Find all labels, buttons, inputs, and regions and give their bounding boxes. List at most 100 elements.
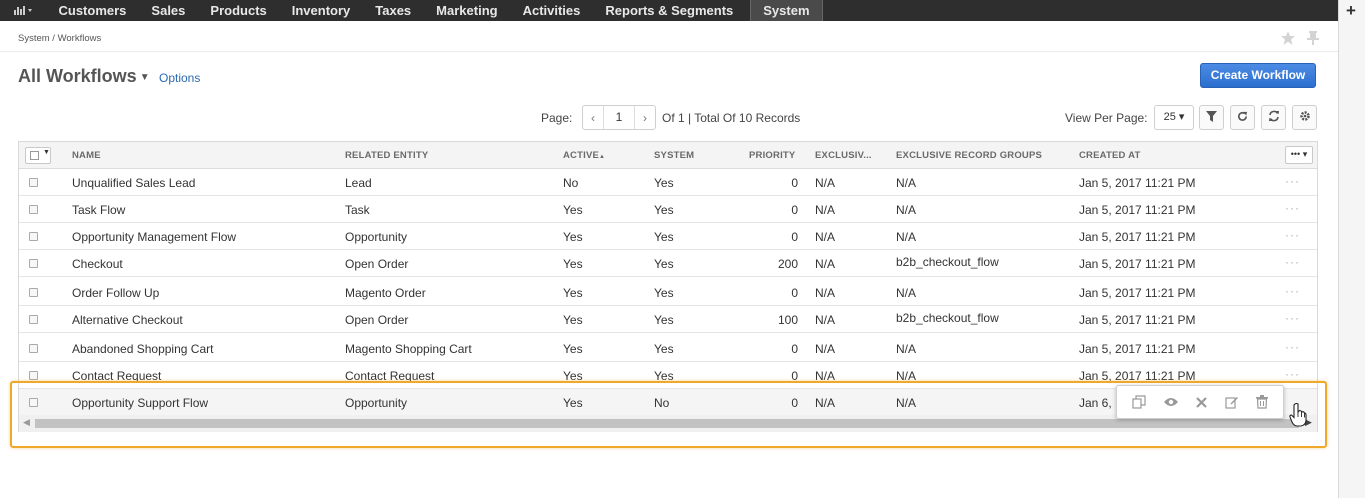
row-actions-icon[interactable]: ··· <box>1285 201 1300 215</box>
row-checkbox[interactable] <box>29 259 38 268</box>
cell-created-at: Jan 5, 2017 11:21 PM <box>1079 257 1196 271</box>
column-header-priority[interactable]: PRIORITY <box>749 150 795 161</box>
column-menu-button[interactable]: ••• ▾ <box>1285 146 1313 164</box>
nav-products[interactable]: Products <box>198 0 279 21</box>
cell-name: Unqualified Sales Lead <box>72 176 196 190</box>
table-row[interactable]: Alternative Checkout Open Order Yes Yes 100 N… <box>19 306 1317 333</box>
cell-related-entity: Contact Request <box>345 369 435 383</box>
table-row[interactable]: Order Follow Up Magento Order Yes Yes 0 N/A N/… <box>19 279 1317 306</box>
cell-created-at: Jan 5, 2017 11:21 PM <box>1079 313 1196 327</box>
more-horizontal-icon: ••• <box>1290 149 1301 159</box>
prev-page-icon[interactable]: ‹ <box>583 106 603 129</box>
nav-activities[interactable]: Activities <box>510 0 593 21</box>
table-row[interactable]: Task Flow Task Yes Yes 0 N/A N/A Jan 5, 2017 11… <box>19 196 1317 223</box>
page-label: Page: <box>541 111 573 125</box>
cell-created-at: Jan 5, 2017 11:21 PM <box>1079 176 1196 190</box>
table-row[interactable]: Unqualified Sales Lead Lead No Yes 0 N/A N/A Ja… <box>19 169 1317 196</box>
star-icon[interactable] <box>1280 30 1296 51</box>
row-checkbox[interactable] <box>29 398 38 407</box>
cell-active: Yes <box>563 342 583 356</box>
cell-exclusive: N/A <box>815 286 836 300</box>
cell-related-entity: Opportunity <box>345 396 408 410</box>
row-actions-icon[interactable]: ··· <box>1285 311 1300 325</box>
column-header-exclusive-record-groups[interactable]: EXCLUSIVE RECORD GROUPS <box>896 150 1042 161</box>
deactivate-icon[interactable] <box>1196 396 1208 408</box>
row-checkbox[interactable] <box>29 371 38 380</box>
nav-marketing[interactable]: Marketing <box>424 0 510 21</box>
cell-priority: 0 <box>791 342 798 356</box>
row-actions-icon[interactable]: ··· <box>1285 340 1300 354</box>
row-actions-icon[interactable]: ··· <box>1285 367 1300 381</box>
options-link[interactable]: Options <box>159 71 200 85</box>
next-page-icon[interactable]: › <box>635 106 655 129</box>
row-checkbox[interactable] <box>29 205 38 214</box>
row-actions-icon[interactable]: ··· <box>1285 228 1300 242</box>
column-header-system[interactable]: SYSTEM <box>654 150 694 161</box>
cell-exclusive-record-groups: N/A <box>896 369 917 383</box>
per-page-select[interactable]: 25 ▾ <box>1154 105 1194 130</box>
grid-settings-button[interactable] <box>1292 105 1317 130</box>
row-checkbox[interactable] <box>29 178 38 187</box>
divider <box>0 51 1338 52</box>
page-favorites <box>1280 30 1320 51</box>
cell-name: Task Flow <box>72 203 126 217</box>
row-checkbox[interactable] <box>29 344 38 353</box>
row-actions-icon[interactable]: ··· <box>1285 174 1300 188</box>
filter-button[interactable] <box>1199 105 1224 130</box>
row-actions-icon[interactable]: ··· <box>1285 284 1300 298</box>
row-checkbox[interactable] <box>29 232 38 241</box>
cell-priority: 0 <box>791 286 798 300</box>
edit-icon[interactable] <box>1225 395 1239 409</box>
plus-icon[interactable]: + <box>1346 1 1356 21</box>
select-all-checkbox[interactable]: ▼ <box>25 147 51 164</box>
cell-system: No <box>654 396 670 410</box>
cell-name: Alternative Checkout <box>72 313 183 327</box>
cell-active: Yes <box>563 230 583 244</box>
table-row[interactable]: Abandoned Shopping Cart Magento Shopping … <box>19 335 1317 362</box>
nav-sales[interactable]: Sales <box>139 0 198 21</box>
column-header-name[interactable]: NAME <box>72 150 101 161</box>
cell-related-entity: Task <box>345 203 370 217</box>
create-workflow-button[interactable]: Create Workflow <box>1200 63 1316 88</box>
table-row[interactable]: Checkout Open Order Yes Yes 200 N/A b2b_checko… <box>19 250 1317 277</box>
column-header-exclusive[interactable]: EXCLUSIV... <box>815 150 872 161</box>
row-checkbox[interactable] <box>29 288 38 297</box>
pin-icon[interactable] <box>1306 30 1320 51</box>
cell-system: Yes <box>654 342 674 356</box>
row-actions-popup <box>1116 385 1284 419</box>
cell-name: Checkout <box>72 257 123 271</box>
breadcrumb: System / Workflows <box>18 33 102 44</box>
caret-down-icon: ▼ <box>43 149 50 156</box>
grid-header: ▼ NAME RELATED ENTITY ACTIVE▲ SYSTEM PRI… <box>19 142 1317 169</box>
nav-inventory[interactable]: Inventory <box>279 0 363 21</box>
nav-reports-segments[interactable]: Reports & Segments <box>593 0 746 21</box>
scrollbar-thumb[interactable] <box>35 419 1299 428</box>
cell-created-at: Jan 5, 2017 11:21 PM <box>1079 286 1196 300</box>
cell-exclusive: N/A <box>815 369 836 383</box>
row-checkbox[interactable] <box>29 315 38 324</box>
nav-customers[interactable]: Customers <box>46 0 139 21</box>
scroll-left-icon[interactable]: ◀ <box>23 417 30 428</box>
page-navigator: ‹ 1 › <box>582 105 656 130</box>
cell-system: Yes <box>654 257 674 271</box>
sort-asc-icon: ▲ <box>599 154 606 160</box>
cell-priority: 200 <box>777 257 798 271</box>
cell-related-entity: Open Order <box>345 313 409 327</box>
page-input[interactable]: 1 <box>603 106 635 129</box>
row-actions-icon[interactable]: ··· <box>1285 255 1300 269</box>
filter-icon <box>1206 109 1217 127</box>
page-title-dropdown[interactable]: All Workflows ▼ <box>18 66 150 87</box>
reset-button[interactable] <box>1261 105 1286 130</box>
view-icon[interactable] <box>1163 396 1179 408</box>
nav-taxes[interactable]: Taxes <box>363 0 424 21</box>
column-header-created-at[interactable]: CREATED AT <box>1079 150 1140 161</box>
column-header-active[interactable]: ACTIVE▲ <box>563 150 605 161</box>
cell-exclusive: N/A <box>815 176 836 190</box>
column-header-related-entity[interactable]: RELATED ENTITY <box>345 150 428 161</box>
clone-icon[interactable] <box>1132 395 1146 409</box>
delete-icon[interactable] <box>1256 395 1269 409</box>
refresh-button[interactable] <box>1230 105 1255 130</box>
dashboard-menu[interactable] <box>0 0 46 21</box>
table-row[interactable]: Opportunity Management Flow Opportunity Ye… <box>19 223 1317 250</box>
nav-system[interactable]: System <box>749 0 824 21</box>
